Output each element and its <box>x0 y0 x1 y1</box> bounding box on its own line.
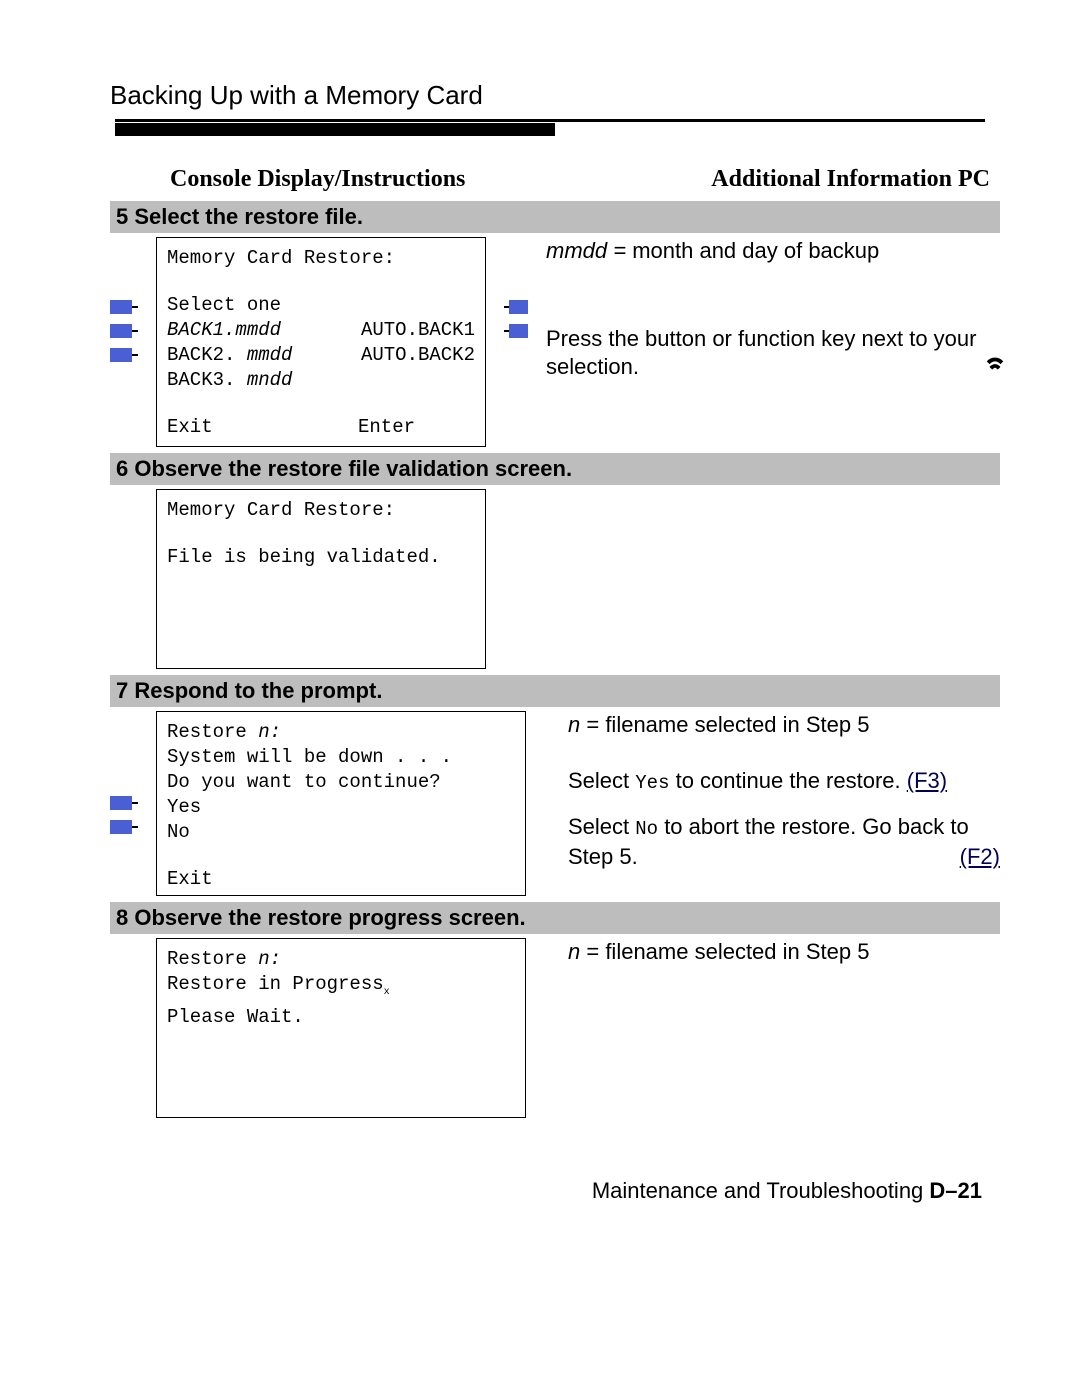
left-button-indicator <box>110 343 138 367</box>
console-line: BACK3. <box>167 369 247 391</box>
info-text: = filename selected in Step 5 <box>580 712 869 737</box>
console-line: Do you want to continue? <box>167 770 515 795</box>
console-line: mmdd <box>235 319 281 341</box>
console-line: n: <box>258 948 281 970</box>
console-line: Restore in Progress <box>167 973 384 995</box>
console-line: Exit <box>167 867 515 892</box>
console-line: Enter <box>358 415 475 440</box>
page-header: Backing Up with a Memory Card <box>110 80 1000 111</box>
console-line: Yes <box>167 795 515 820</box>
console-line: Memory Card Restore: <box>167 498 475 523</box>
console-line: AUTO.BACK1 <box>361 318 475 343</box>
console-line: Restore <box>167 721 258 743</box>
info-text: month and day of backup <box>626 238 879 263</box>
step-7-title: 7 Respond to the prompt. <box>110 675 1000 707</box>
left-button-indicator <box>110 319 138 343</box>
phone-icon <box>984 354 1006 383</box>
console-line: mndd <box>247 369 293 391</box>
black-bar <box>115 123 555 136</box>
left-button-indicator <box>110 295 138 319</box>
function-key-f3: (F3) <box>907 768 947 793</box>
right-button-indicator <box>504 319 528 343</box>
console-line: Please Wait. <box>167 1005 515 1030</box>
info-text: Press the button or function key next to… <box>546 326 976 379</box>
info-text: No <box>635 818 658 840</box>
info-text: Select <box>568 814 635 839</box>
column-heading-right: Additional Information PC <box>711 166 990 193</box>
step-8-title: 8 Observe the restore progress screen. <box>110 902 1000 934</box>
step-6-title: 6 Observe the restore file validation sc… <box>110 453 1000 485</box>
console-line: AUTO.BACK2 <box>361 343 475 368</box>
console-line: Restore <box>167 948 258 970</box>
console-line: System will be down . . . <box>167 745 515 770</box>
info-text: to continue the restore. <box>669 768 906 793</box>
info-text: Yes <box>635 772 669 794</box>
console-line: Memory Card Restore: <box>167 246 475 271</box>
step-5-title: 5 Select the restore file. <box>110 201 1000 233</box>
info-text: n <box>568 712 580 737</box>
info-text: Select <box>568 768 635 793</box>
column-heading-left: Console Display/Instructions <box>170 166 465 193</box>
right-button-indicator <box>504 295 528 319</box>
function-key-f2: (F2) <box>960 843 1000 871</box>
console-line: n: <box>258 721 281 743</box>
console-line: Exit <box>167 415 213 440</box>
console-line: No <box>167 820 515 845</box>
console-line: BACK2. <box>167 344 247 366</box>
console-line: Select one <box>167 293 475 318</box>
console-line: File is being validated. <box>167 545 475 570</box>
left-button-indicator <box>110 815 138 839</box>
info-text: n <box>568 939 580 964</box>
left-button-indicator <box>110 791 138 815</box>
info-text: = filename selected in Step 5 <box>580 939 869 964</box>
console-line: BACK1. <box>167 319 235 341</box>
horizontal-rule <box>115 119 985 122</box>
info-text: mmdd = <box>546 238 626 263</box>
console-line: mmdd <box>247 344 293 366</box>
page-footer: Maintenance and Troubleshooting D–21 <box>110 1178 1000 1204</box>
